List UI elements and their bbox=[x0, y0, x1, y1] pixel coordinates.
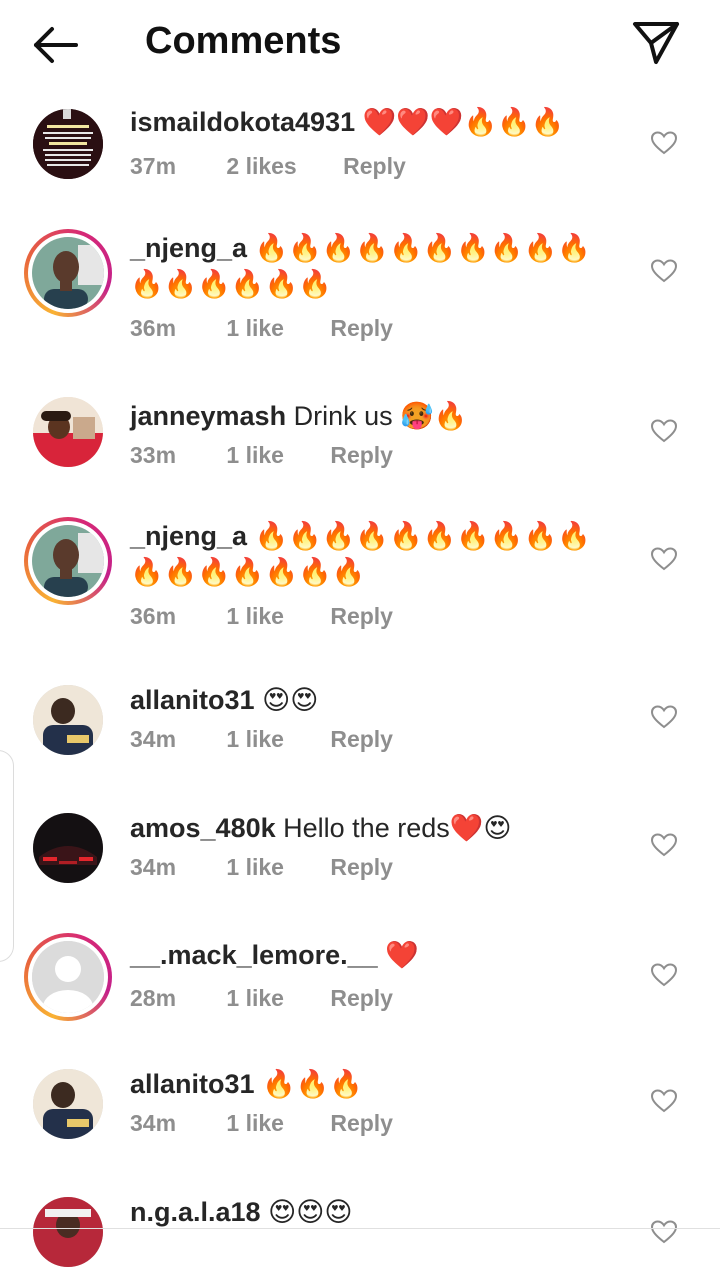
comment-likes[interactable]: 1 like bbox=[226, 442, 284, 469]
comment-meta: 37m 2 likes Reply bbox=[130, 153, 406, 180]
comment-body: __.mack_lemore.__ ❤️ bbox=[130, 937, 610, 973]
comment-body: _njeng_a 🔥🔥🔥🔥🔥🔥🔥🔥🔥🔥🔥🔥🔥🔥🔥🔥 bbox=[130, 230, 610, 302]
reply-button[interactable]: Reply bbox=[343, 153, 406, 180]
page-title: Comments bbox=[145, 20, 342, 62]
comment-text: Hello the reds❤️😍 bbox=[283, 813, 512, 843]
comment-time: 28m bbox=[130, 985, 177, 1011]
back-button[interactable] bbox=[30, 22, 82, 68]
comment-meta: 36m 1 like Reply bbox=[130, 315, 393, 342]
comment-meta: 34m 1 like Reply bbox=[130, 726, 393, 753]
heart-icon[interactable] bbox=[651, 1089, 677, 1113]
heart-icon[interactable] bbox=[651, 705, 677, 729]
comment-username[interactable]: __.mack_lemore.__ bbox=[130, 940, 378, 970]
comment-text: Drink us 🥵🔥 bbox=[293, 401, 468, 431]
comment-likes[interactable]: 1 like bbox=[226, 315, 284, 342]
comment-likes[interactable]: 1 like bbox=[226, 603, 284, 630]
comment-meta: 33m 1 like Reply bbox=[130, 442, 393, 469]
reply-button[interactable]: Reply bbox=[330, 603, 393, 630]
comment-time: 34m bbox=[130, 854, 177, 880]
comment-body: n.g.a.l.a18 😍😍😍 bbox=[130, 1194, 610, 1230]
heart-icon[interactable] bbox=[651, 259, 677, 283]
comment-likes[interactable]: 1 like bbox=[226, 985, 284, 1012]
reply-button[interactable]: Reply bbox=[330, 985, 393, 1012]
comment-time: 37m bbox=[130, 153, 177, 179]
heart-icon[interactable] bbox=[651, 547, 677, 571]
comment-body: janneymash Drink us 🥵🔥 bbox=[130, 398, 610, 434]
avatar[interactable] bbox=[33, 813, 103, 883]
comment-body: ismaildokota4931 ❤️❤️❤️🔥🔥🔥 bbox=[130, 104, 610, 140]
avatar-photo bbox=[32, 237, 104, 309]
default-avatar-icon bbox=[32, 941, 104, 1013]
comment-time: 36m bbox=[130, 315, 177, 341]
comment-text: ❤️ bbox=[385, 940, 419, 970]
heart-icon[interactable] bbox=[651, 1220, 677, 1244]
heart-icon[interactable] bbox=[651, 833, 677, 857]
avatar-quote-image bbox=[33, 109, 103, 179]
comment-meta: 28m 1 like Reply bbox=[130, 985, 393, 1012]
comment-username[interactable]: n.g.a.l.a18 bbox=[130, 1197, 261, 1227]
avatar-photo bbox=[33, 397, 103, 467]
comment-meta: 34m 1 like Reply bbox=[130, 1110, 393, 1137]
comment-meta: 34m 1 like Reply bbox=[130, 854, 393, 881]
avatar[interactable] bbox=[33, 685, 103, 755]
heart-icon[interactable] bbox=[651, 419, 677, 443]
comment-time: 34m bbox=[130, 726, 177, 752]
comment-likes[interactable]: 1 like bbox=[226, 726, 284, 753]
comment-text: 😍😍😍 bbox=[268, 1197, 353, 1227]
reply-button[interactable]: Reply bbox=[330, 1110, 393, 1137]
comment-username[interactable]: allanito31 bbox=[130, 685, 255, 715]
avatar-photo bbox=[33, 685, 103, 755]
comment-body: allanito31 😍😍 bbox=[130, 682, 610, 718]
comment-time: 36m bbox=[130, 603, 177, 629]
reply-button[interactable]: Reply bbox=[330, 854, 393, 881]
share-button[interactable] bbox=[630, 18, 682, 66]
comment-username[interactable]: janneymash bbox=[130, 401, 286, 431]
top-bar: Comments bbox=[0, 0, 720, 88]
comment-body: _njeng_a 🔥🔥🔥🔥🔥🔥🔥🔥🔥🔥🔥🔥🔥🔥🔥🔥🔥 bbox=[130, 518, 610, 590]
edge-panel-handle[interactable] bbox=[0, 750, 14, 962]
comment-body: allanito31 🔥🔥🔥 bbox=[130, 1066, 610, 1102]
avatar-photo bbox=[32, 525, 104, 597]
arrow-left-icon bbox=[34, 27, 78, 63]
comment-time: 33m bbox=[130, 442, 177, 468]
comment-likes[interactable]: 2 likes bbox=[226, 153, 296, 180]
bottom-divider bbox=[0, 1228, 720, 1229]
reply-button[interactable]: Reply bbox=[330, 442, 393, 469]
avatar-photo bbox=[33, 813, 103, 883]
comment-meta: 36m 1 like Reply bbox=[130, 603, 393, 630]
avatar-photo bbox=[33, 1197, 103, 1267]
avatar[interactable] bbox=[33, 109, 103, 179]
comment-username[interactable]: _njeng_a bbox=[130, 521, 247, 551]
avatar[interactable] bbox=[24, 933, 112, 1021]
comment-username[interactable]: allanito31 bbox=[130, 1069, 255, 1099]
avatar[interactable] bbox=[33, 397, 103, 467]
avatar[interactable] bbox=[24, 229, 112, 317]
avatar[interactable] bbox=[24, 517, 112, 605]
comment-time: 34m bbox=[130, 1110, 177, 1136]
comment-text: ❤️❤️❤️🔥🔥🔥 bbox=[362, 107, 565, 137]
comment-likes[interactable]: 1 like bbox=[226, 854, 284, 881]
reply-button[interactable]: Reply bbox=[330, 315, 393, 342]
avatar-photo bbox=[33, 1069, 103, 1139]
send-paper-plane-icon bbox=[633, 22, 679, 64]
comment-text: 🔥🔥🔥 bbox=[262, 1069, 363, 1099]
avatar[interactable] bbox=[33, 1069, 103, 1139]
comment-username[interactable]: ismaildokota4931 bbox=[130, 107, 355, 137]
avatar[interactable] bbox=[33, 1197, 103, 1267]
comment-username[interactable]: _njeng_a bbox=[130, 233, 247, 263]
comment-body: amos_480k Hello the reds❤️😍 bbox=[130, 810, 610, 846]
comment-username[interactable]: amos_480k bbox=[130, 813, 276, 843]
heart-icon[interactable] bbox=[651, 963, 677, 987]
comment-text: 😍😍 bbox=[262, 685, 319, 715]
comment-likes[interactable]: 1 like bbox=[226, 1110, 284, 1137]
reply-button[interactable]: Reply bbox=[330, 726, 393, 753]
heart-icon[interactable] bbox=[651, 131, 677, 155]
